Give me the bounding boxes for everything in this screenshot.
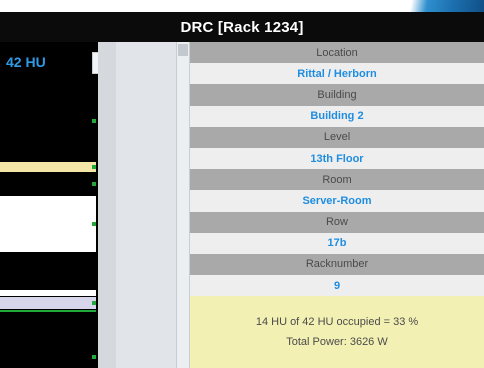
building-value: Building 2 <box>190 105 484 127</box>
rack-cabinet: 42 HU <box>0 42 98 368</box>
rack-height-label: 42 HU <box>6 54 46 70</box>
rack-unit[interactable] <box>0 290 96 296</box>
rack-unit[interactable] <box>0 310 96 312</box>
rack-unit[interactable] <box>0 162 96 172</box>
location-value: Rittal / Herborn <box>190 63 484 85</box>
status-led-icon <box>92 182 96 186</box>
window-title: DRC [Rack 1234] <box>180 18 304 36</box>
status-led-icon <box>92 301 96 305</box>
room-label: Room <box>190 169 484 191</box>
building-label: Building <box>190 84 484 106</box>
level-label: Level <box>190 126 484 148</box>
occupancy-text: 14 HU of 42 HU occupied = 33 % <box>255 316 419 328</box>
rack-summary: 14 HU of 42 HU occupied = 33 % Total Pow… <box>190 296 484 368</box>
brand-corner-decoration <box>380 0 484 12</box>
rack-unit[interactable] <box>0 82 96 160</box>
row-value: 17b <box>190 232 484 254</box>
scrollbar[interactable] <box>176 42 190 368</box>
rack-side-panel <box>116 42 176 368</box>
rack-unit[interactable] <box>0 173 96 195</box>
scrollbar-thumb[interactable] <box>178 44 188 56</box>
rack-unit[interactable] <box>0 313 96 363</box>
rack-info-panel: Location Rittal / Herborn Building Build… <box>190 42 484 368</box>
rack-view: 42 HU <box>0 42 190 368</box>
status-led-icon <box>92 119 96 123</box>
window-title-bar: DRC [Rack 1234] <box>0 12 484 42</box>
rack-rail <box>98 42 116 368</box>
rack-unit[interactable] <box>0 253 96 289</box>
racknumber-value: 9 <box>190 275 484 297</box>
status-led-icon <box>92 355 96 359</box>
row-label: Row <box>190 211 484 233</box>
location-label: Location <box>190 42 484 64</box>
level-value: 13th Floor <box>190 147 484 170</box>
total-power-text: Total Power: 3626 W <box>286 336 388 348</box>
room-value: Server-Room <box>190 190 484 212</box>
rack-unit[interactable] <box>0 196 96 252</box>
racknumber-label: Racknumber <box>190 253 484 276</box>
status-led-icon <box>92 165 96 169</box>
rack-unit[interactable] <box>0 297 96 309</box>
status-led-icon <box>92 222 96 226</box>
